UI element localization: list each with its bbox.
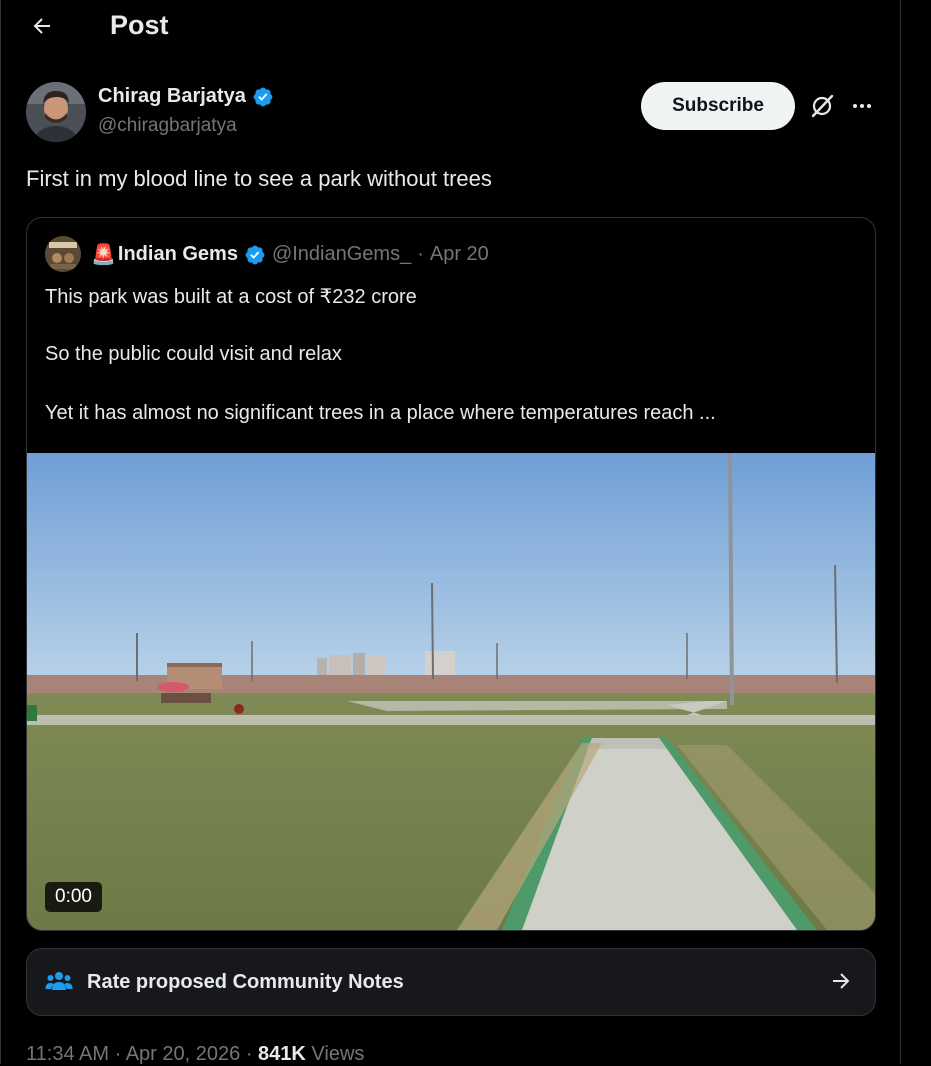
post-header: Post: [0, 0, 900, 52]
quoted-separator: ·: [417, 243, 424, 265]
author-handle[interactable]: @chiragbarjatya: [98, 115, 237, 137]
author-name[interactable]: Chirag Barjatya: [98, 85, 246, 108]
quoted-author-handle[interactable]: @IndianGems_: [272, 243, 411, 266]
meta-separator: ·: [114, 1043, 122, 1065]
more-icon: [853, 104, 871, 108]
grok-button[interactable]: [806, 90, 838, 122]
quoted-date[interactable]: Apr 20: [430, 243, 489, 266]
siren-emoji: 🚨: [91, 244, 116, 266]
right-divider: [900, 0, 901, 1064]
author-name-row[interactable]: Chirag Barjatya: [98, 85, 274, 108]
post-metadata: 11:34 AM · Apr 20, 2026 · 841K Views: [26, 1043, 364, 1066]
quoted-text-line: This park was built at a cost of ₹232 cr…: [45, 286, 417, 308]
back-button[interactable]: [24, 8, 60, 44]
post-date[interactable]: Apr 20, 2026: [126, 1043, 241, 1065]
quoted-post[interactable]: 🚨 Indian Gems @IndianGems_ · Apr 20 This…: [26, 217, 876, 931]
grok-icon: [811, 94, 834, 118]
verified-badge-icon: [253, 87, 273, 106]
quoted-header: 🚨 Indian Gems @IndianGems_ · Apr 20: [91, 242, 489, 267]
quoted-text-line: So the public could visit and relax: [45, 343, 342, 365]
quoted-author-avatar[interactable]: [45, 236, 81, 272]
page-title: Post: [110, 10, 169, 40]
verified-badge-icon: [245, 245, 265, 264]
video-player[interactable]: 0:00: [27, 453, 875, 930]
community-notes-icon: [45, 972, 73, 990]
quoted-text-line: Yet it has almost no significant trees i…: [45, 402, 716, 424]
author-avatar[interactable]: [26, 82, 86, 142]
video-timecode: 0:00: [45, 882, 102, 912]
author-row: Chirag Barjatya @chiragbarjatya Subscrib…: [26, 82, 876, 144]
video-frame-park: [27, 453, 875, 930]
community-notes-label[interactable]: Rate proposed Community Notes: [87, 971, 404, 994]
subscribe-button[interactable]: Subscribe: [641, 82, 795, 130]
arrow-right-icon: [833, 973, 850, 989]
community-notes-bar[interactable]: Rate proposed Community Notes: [26, 948, 876, 1016]
back-arrow-icon: [33, 18, 50, 34]
views-count: 841K: [258, 1043, 306, 1065]
post-text: First in my blood line to see a park wit…: [26, 166, 492, 191]
post-time[interactable]: 11:34 AM: [26, 1043, 109, 1065]
meta-separator: ·: [245, 1043, 253, 1065]
more-options-button[interactable]: [846, 90, 878, 122]
views-label: Views: [311, 1043, 365, 1065]
left-divider: [0, 0, 1, 1064]
quoted-author-name[interactable]: Indian Gems: [118, 243, 238, 266]
